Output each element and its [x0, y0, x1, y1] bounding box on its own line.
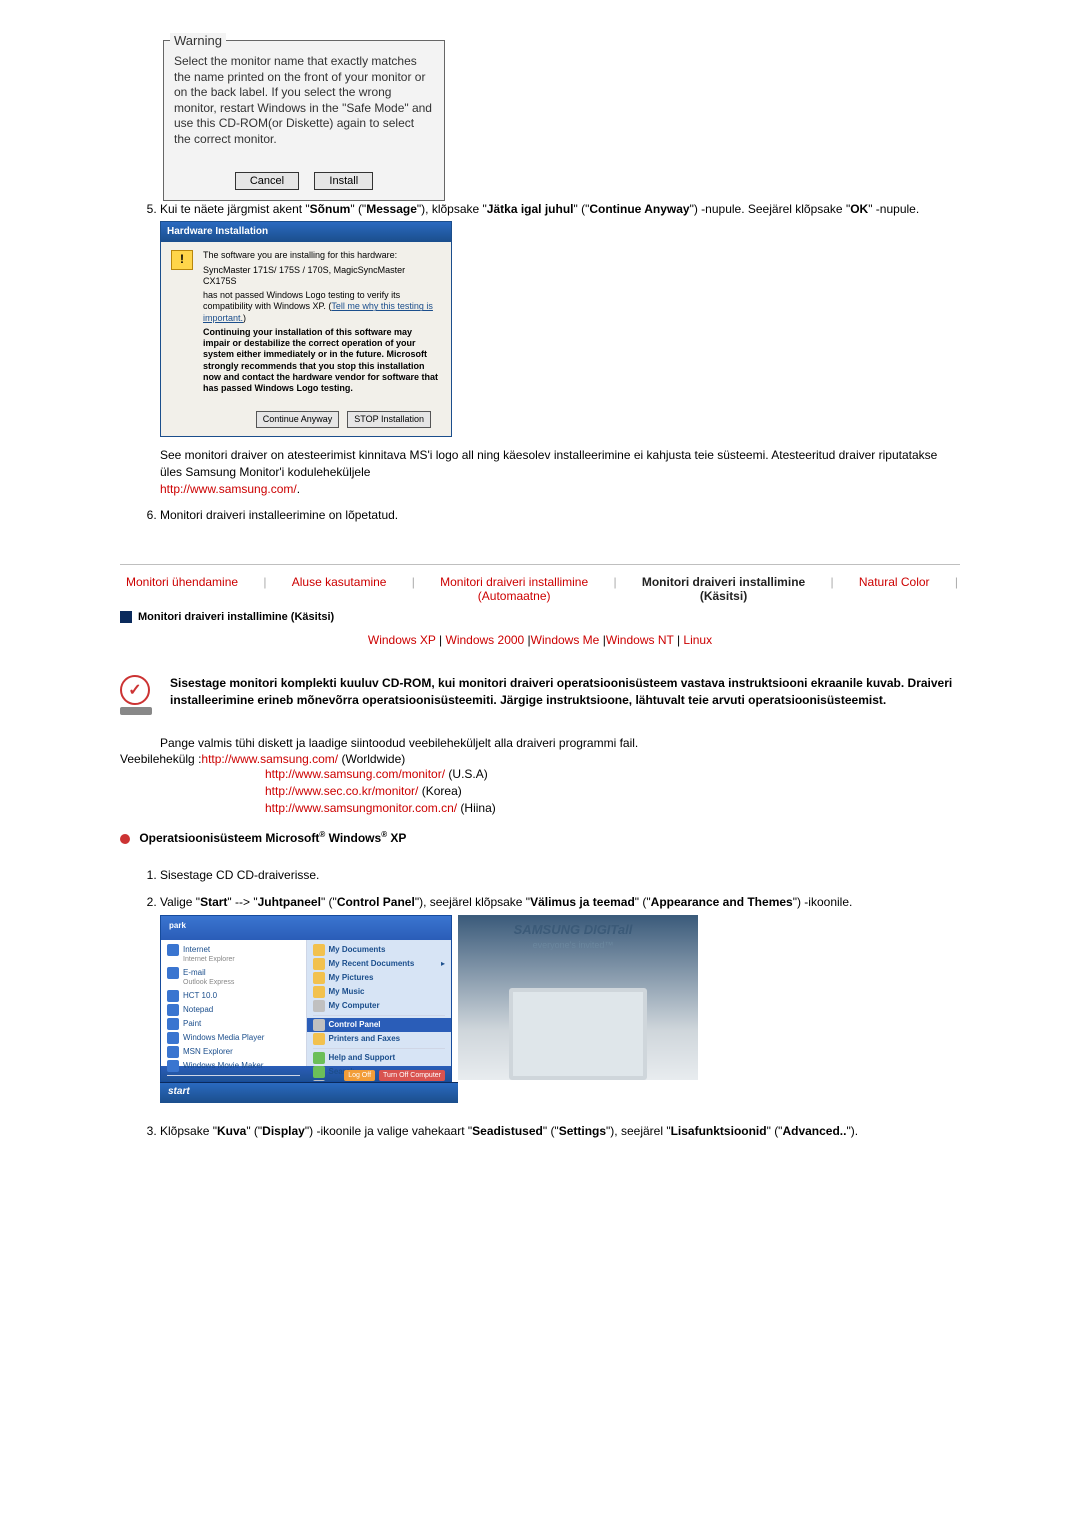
- os-heading-winxp: Operatsioonisüsteem Microsoft® Windows® …: [120, 830, 960, 845]
- dl-link-worldwide[interactable]: http://www.samsung.com/: [201, 752, 338, 766]
- start-menu-item[interactable]: My Recent Documents ▸: [307, 957, 452, 971]
- start-menu-left: InternetInternet ExplorerE-mailOutlook E…: [161, 940, 307, 1066]
- turnoff-button[interactable]: Turn Off Computer: [379, 1070, 445, 1082]
- step-6: Monitori draiveri installeerimine on lõp…: [160, 507, 960, 524]
- tab-install-manual[interactable]: Monitori draiveri installimine (Käsitsi): [636, 575, 811, 603]
- warning-icon: !: [171, 250, 193, 270]
- step-5: Kui te näete järgmist akent "Sõnum" ("Me…: [160, 201, 960, 498]
- start-menu: park InternetInternet ExplorerE-mailOutl…: [160, 915, 452, 1082]
- dl-link-usa[interactable]: http://www.samsung.com/monitor/: [265, 767, 445, 781]
- link-linux[interactable]: Linux: [683, 633, 712, 647]
- samsung-brand: SAMSUNG DIGITall: [514, 921, 633, 939]
- info-box: ✓ Sisestage monitori komplekti kuuluv CD…: [120, 675, 960, 715]
- tab-stand[interactable]: Aluse kasutamine: [286, 575, 393, 589]
- hardware-installation-dialog: Hardware Installation ! The software you…: [160, 221, 452, 437]
- info-icon: ✓: [120, 675, 154, 715]
- start-menu-item[interactable]: Paint: [161, 1017, 306, 1031]
- dl-link-china[interactable]: http://www.samsungmonitor.com.cn/: [265, 801, 457, 815]
- warning-text: Select the monitor name that exactly mat…: [174, 54, 434, 148]
- start-menu-user: park: [161, 916, 451, 940]
- link-win2000[interactable]: Windows 2000: [446, 633, 525, 647]
- samsung-tagline: everyone's invited™: [533, 939, 614, 952]
- start-menu-item[interactable]: Printers and Faxes: [307, 1032, 452, 1046]
- start-menu-item[interactable]: My Pictures: [307, 971, 452, 985]
- start-menu-item[interactable]: Notepad: [161, 1003, 306, 1017]
- link-winxp[interactable]: Windows XP: [368, 633, 436, 647]
- install-button[interactable]: Install: [314, 172, 373, 190]
- start-menu-item[interactable]: Windows Movie Maker: [161, 1059, 306, 1073]
- section-icon: [120, 611, 132, 623]
- continue-anyway-button[interactable]: Continue Anyway: [256, 411, 340, 428]
- start-menu-item[interactable]: My Documents: [307, 943, 452, 957]
- start-menu-item[interactable]: HCT 10.0: [161, 989, 306, 1003]
- start-button[interactable]: start: [160, 1082, 458, 1103]
- os-links: Windows XP | Windows 2000 |Windows Me |W…: [120, 633, 960, 647]
- start-menu-item[interactable]: My Computer: [307, 999, 452, 1013]
- stop-installation-button[interactable]: STOP Installation: [347, 411, 431, 428]
- start-menu-item[interactable]: My Music: [307, 985, 452, 999]
- logoff-button[interactable]: Log Off: [344, 1070, 375, 1082]
- info-text: Sisestage monitori komplekti kuuluv CD-R…: [170, 675, 960, 715]
- dlg-line2: SyncMaster 171S/ 175S / 170S, MagicSyncM…: [203, 265, 441, 288]
- tab-natural-color[interactable]: Natural Color: [853, 575, 936, 589]
- xp-step-3: Klõpsake "Kuva" ("Display") -ikoonile ja…: [160, 1123, 960, 1140]
- samsung-link[interactable]: http://www.samsung.com/: [160, 482, 297, 496]
- dlg-line4: Continuing your installation of this sof…: [203, 327, 441, 395]
- download-intro: Pange valmis tühi diskett ja laadige sii…: [160, 735, 960, 752]
- warning-legend: Warning: [170, 33, 226, 48]
- tab-connect[interactable]: Monitori ühendamine: [120, 575, 244, 589]
- control-panel-item[interactable]: Control Panel: [307, 1018, 452, 1032]
- bullet-icon: [120, 834, 130, 844]
- download-links: Veebilehekülg :http://www.samsung.com/ (…: [120, 752, 960, 816]
- dialog-titlebar: Hardware Installation: [161, 222, 451, 242]
- link-winme[interactable]: Windows Me: [531, 633, 600, 647]
- dlg-line3: has not passed Windows Logo testing to v…: [203, 290, 441, 324]
- section-tabs: Monitori ühendamine | Aluse kasutamine |…: [120, 575, 960, 603]
- start-menu-item[interactable]: MSN Explorer: [161, 1045, 306, 1059]
- start-menu-item[interactable]: Windows Media Player: [161, 1031, 306, 1045]
- dl-link-korea[interactable]: http://www.sec.co.kr/monitor/: [265, 784, 418, 798]
- section-heading: Monitori draiveri installimine (Käsitsi): [120, 611, 960, 623]
- xp-step-1: Sisestage CD CD-draiverisse.: [160, 867, 960, 884]
- post-dialog-paragraph: See monitori draiver on atesteerimist ki…: [160, 447, 960, 497]
- warning-dialog: Warning Select the monitor name that exa…: [163, 40, 445, 201]
- tab-install-auto[interactable]: Monitori draiveri installimine (Automaat…: [434, 575, 594, 603]
- dlg-line1: The software you are installing for this…: [203, 250, 441, 261]
- start-menu-item[interactable]: Help and Support: [307, 1051, 452, 1065]
- cancel-button[interactable]: Cancel: [235, 172, 299, 190]
- monitor-photo: SAMSUNG DIGITall everyone's invited™: [458, 915, 698, 1080]
- xp-step-2: Valige "Start" --> "Juhtpaneel" ("Contro…: [160, 894, 960, 1103]
- start-menu-right: My DocumentsMy Recent Documents ▸My Pict…: [307, 940, 452, 1066]
- link-winnt[interactable]: Windows NT: [606, 633, 674, 647]
- divider: [120, 564, 960, 565]
